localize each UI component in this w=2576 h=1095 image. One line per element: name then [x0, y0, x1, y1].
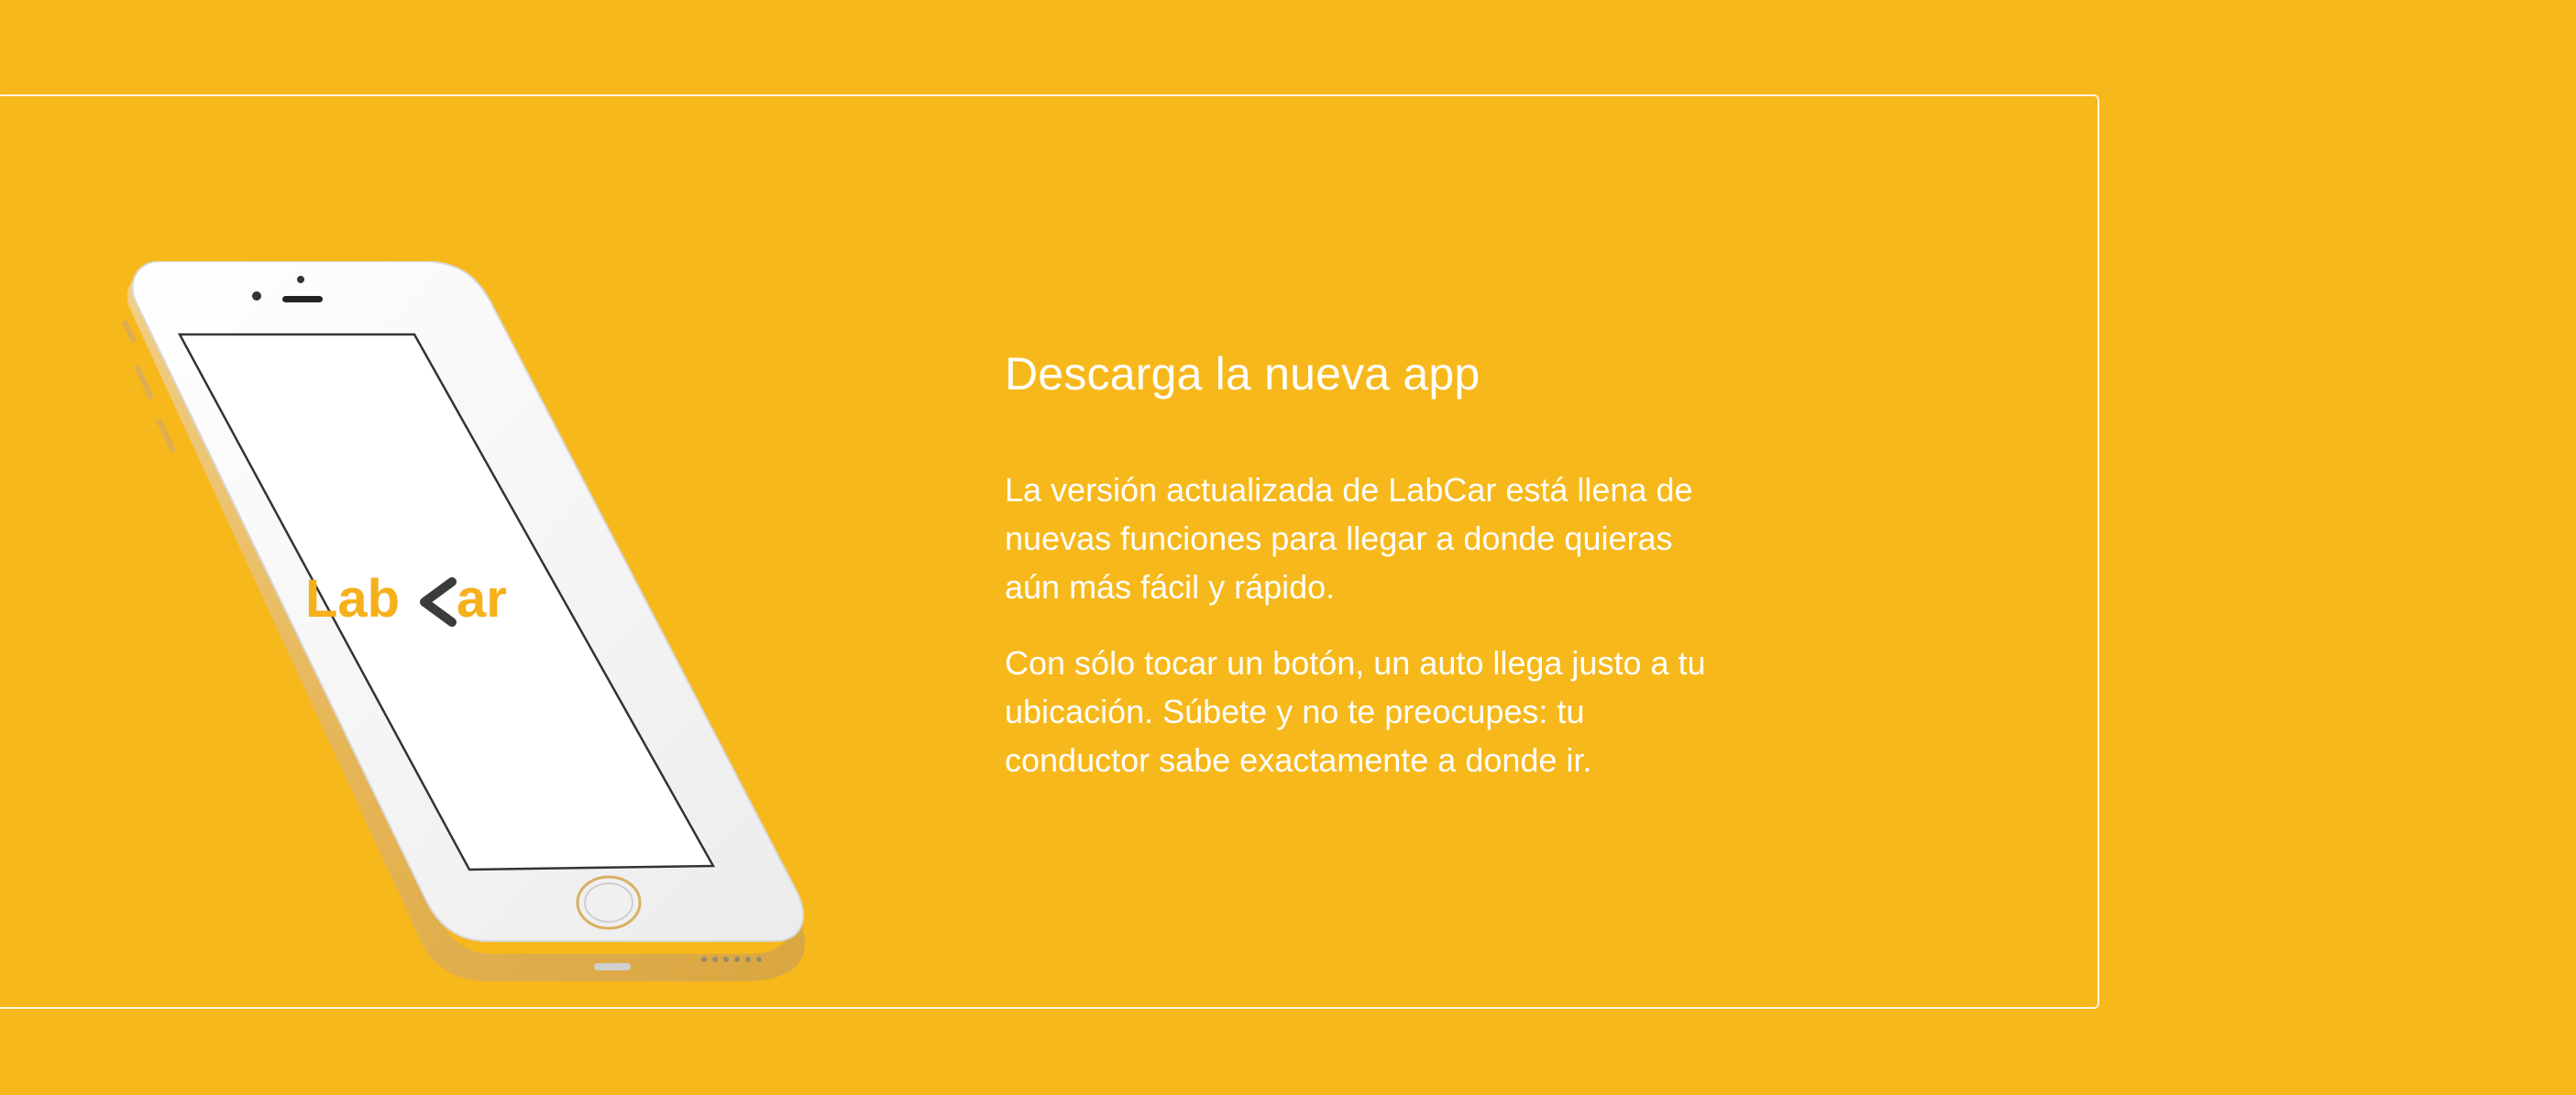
promo-heading: Descarga la nueva app — [1005, 348, 1481, 400]
phone-mockup-icon: Lab ar — [122, 261, 806, 981]
svg-text:Lab: Lab — [305, 569, 400, 629]
camera-icon — [297, 276, 304, 283]
svg-text:ar: ar — [457, 569, 507, 629]
phone-mockup: Lab ar — [117, 261, 851, 1022]
home-button-icon — [576, 875, 642, 930]
promo-paragraph-1: La versión actualizada de LabCar está ll… — [1005, 470, 1693, 606]
promo-paragraph-2: Con sólo tocar un botón, un auto llega j… — [1005, 643, 1706, 779]
promo-card: Lab ar Descarga la nueva app La versión … — [0, 94, 2099, 1009]
promo-copy: Descarga la nueva app La versión actuali… — [1005, 348, 1720, 812]
earpiece-icon — [282, 296, 323, 302]
